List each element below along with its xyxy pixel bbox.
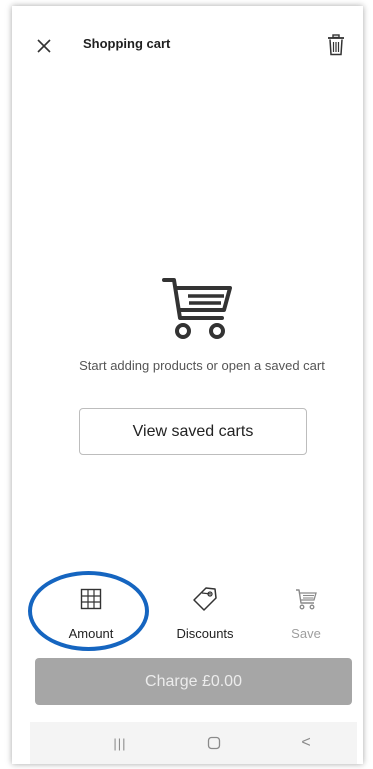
save-label: Save bbox=[291, 626, 321, 641]
recents-button[interactable]: ||| bbox=[100, 730, 140, 756]
app-header: Shopping cart bbox=[12, 6, 363, 76]
tag-icon bbox=[193, 587, 217, 611]
save-cart-button[interactable]: Save bbox=[256, 584, 356, 646]
system-navigation-bar: ||| < bbox=[30, 722, 357, 764]
close-icon bbox=[37, 39, 51, 53]
phone-screen: Shopping cart Start adding products or o… bbox=[12, 6, 363, 764]
view-saved-carts-button[interactable]: View saved carts bbox=[79, 408, 307, 455]
home-button[interactable] bbox=[194, 730, 234, 756]
cart-actions: Amount Discounts Save bbox=[12, 584, 363, 649]
grid-icon bbox=[80, 588, 102, 610]
close-button[interactable] bbox=[32, 34, 56, 58]
back-button[interactable]: < bbox=[286, 730, 326, 756]
cart-icon bbox=[162, 278, 232, 339]
amount-label: Amount bbox=[68, 626, 114, 641]
amount-button[interactable]: Amount bbox=[41, 584, 141, 646]
home-icon bbox=[207, 736, 221, 750]
delete-cart-button[interactable] bbox=[323, 31, 349, 59]
back-icon: < bbox=[301, 734, 311, 751]
charge-button[interactable]: Charge £0.00 bbox=[35, 658, 352, 705]
recents-icon: ||| bbox=[113, 735, 127, 751]
empty-cart-message: Start adding products or open a saved ca… bbox=[79, 358, 325, 373]
discounts-button[interactable]: Discounts bbox=[155, 584, 255, 646]
trash-icon bbox=[328, 34, 344, 56]
discounts-label: Discounts bbox=[176, 626, 234, 641]
cart-icon bbox=[296, 589, 317, 610]
page-title: Shopping cart bbox=[83, 36, 171, 51]
